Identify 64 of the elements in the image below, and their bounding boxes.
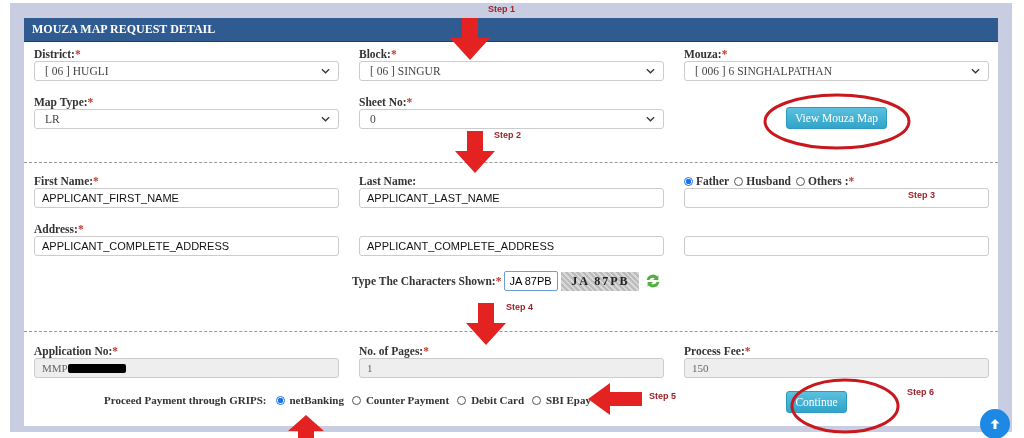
field-label: Address:* bbox=[34, 222, 85, 236]
address-field[interactable]: APPLICANT_COMPLETE_ADDRESS bbox=[359, 236, 664, 256]
radio-label: netBanking bbox=[289, 394, 344, 406]
radio-button[interactable] bbox=[796, 176, 805, 186]
step-label: Step 2 bbox=[494, 130, 521, 140]
dropdown[interactable]: [ 06 ] SINGUR bbox=[359, 61, 664, 81]
radio-button[interactable] bbox=[275, 395, 285, 405]
arrow-annotation bbox=[455, 131, 495, 173]
captcha-field[interactable]: JA 87PB bbox=[504, 271, 559, 291]
field-label: Block:* bbox=[359, 47, 398, 61]
radio-label: Husband bbox=[746, 175, 791, 187]
application-number-field[interactable]: MMP bbox=[34, 358, 339, 378]
field-label: Mouza:* bbox=[684, 47, 729, 61]
field-label: Sheet No:* bbox=[359, 95, 414, 109]
chevron-icon bbox=[321, 116, 330, 122]
captcha-image: JA 87PB bbox=[561, 271, 640, 291]
radio-button[interactable] bbox=[532, 395, 541, 405]
step-label: Step 1 bbox=[488, 4, 515, 14]
radio-label: SBI Epay bbox=[546, 394, 591, 406]
step-label: Step 3 bbox=[908, 190, 935, 200]
radio-button[interactable] bbox=[684, 176, 693, 186]
redaction-bar bbox=[67, 363, 126, 373]
radio-button[interactable] bbox=[457, 395, 467, 405]
arrow-annotation bbox=[466, 303, 506, 345]
fee-field[interactable]: 150 bbox=[684, 358, 989, 378]
panel-title: MOUZA MAP REQUEST DETAIL bbox=[32, 22, 216, 37]
arrow-annotation bbox=[450, 18, 490, 60]
field-label: First Name:* bbox=[34, 174, 100, 188]
field-label: Application No:* bbox=[34, 344, 120, 358]
radio-label: Debit Card bbox=[471, 394, 524, 406]
chevron-icon bbox=[971, 68, 980, 74]
field-label: Process Fee:* bbox=[684, 344, 752, 358]
radio-label: Father bbox=[696, 175, 730, 187]
dropdown[interactable]: 0 bbox=[359, 109, 664, 129]
field-label: District:* bbox=[34, 47, 82, 61]
dropdown[interactable]: [ 006 ] 6 SINGHALPATHAN bbox=[684, 61, 989, 81]
guardian-name-field[interactable] bbox=[684, 188, 989, 208]
step-label: Step 4 bbox=[506, 302, 533, 312]
address-field[interactable] bbox=[684, 236, 989, 256]
field-label: Map Type:* bbox=[34, 95, 95, 109]
payment-label: Proceed Payment through GRIPS: bbox=[104, 394, 267, 406]
dropdown[interactable]: LR bbox=[34, 109, 339, 129]
step-label: Step 6 bbox=[907, 387, 934, 397]
scroll-top-button[interactable] bbox=[980, 409, 1010, 438]
field-label: Last Name: bbox=[359, 174, 418, 188]
radio-button[interactable] bbox=[351, 395, 361, 405]
radio-label: Counter Payment bbox=[365, 394, 450, 406]
first-name-field[interactable]: APPLICANT_FIRST_NAME bbox=[34, 188, 339, 208]
address-field[interactable]: APPLICANT_COMPLETE_ADDRESS bbox=[34, 236, 339, 256]
field-label: No. of Pages:* bbox=[359, 344, 430, 358]
chevron-icon bbox=[646, 68, 655, 74]
radio-label: Others :* bbox=[808, 175, 855, 187]
captcha-label: Type The Characters Shown:* bbox=[352, 275, 502, 287]
arrow-annotation bbox=[288, 415, 324, 438]
field-value: MMP bbox=[42, 362, 68, 374]
dropdown[interactable]: [ 06 ] HUGLI bbox=[34, 61, 339, 81]
arrow-annotation bbox=[588, 383, 642, 415]
last-name-field[interactable]: APPLICANT_LAST_NAME bbox=[359, 188, 664, 208]
step-label: Step 5 bbox=[649, 391, 676, 401]
pages-field[interactable]: 1 bbox=[359, 358, 664, 378]
chevron-icon bbox=[321, 68, 330, 74]
radio-button[interactable] bbox=[734, 176, 744, 186]
chevron-icon bbox=[646, 116, 655, 122]
up-arrow-icon bbox=[989, 418, 1001, 430]
